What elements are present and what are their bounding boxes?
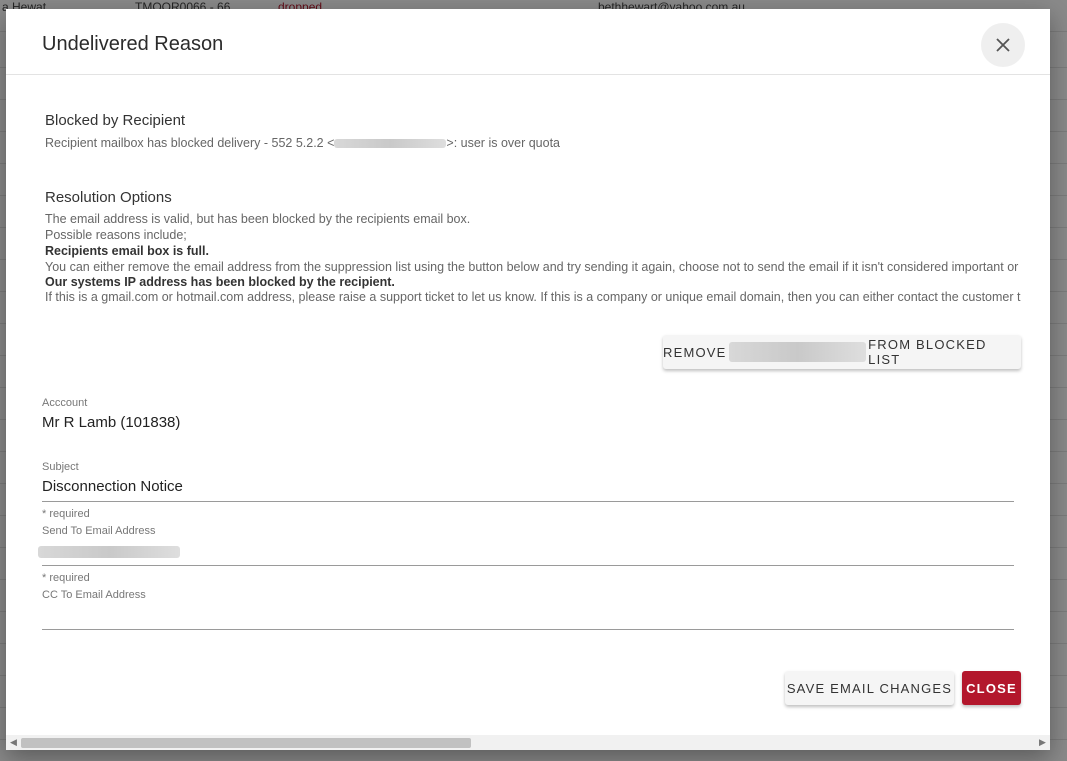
cc-to-label: CC To Email Address xyxy=(42,589,146,601)
send-to-email-input[interactable] xyxy=(38,546,180,558)
cc-to-underline xyxy=(42,629,1014,630)
resolution-line: You can either remove the email address … xyxy=(45,260,1019,274)
remove-button-prefix: REMOVE xyxy=(663,344,727,360)
dialog-header: Undelivered Reason xyxy=(6,9,1050,75)
resolution-line: If this is a gmail.com or hotmail.com ad… xyxy=(45,290,1021,304)
scroll-right-icon[interactable]: ▶ xyxy=(1039,737,1046,748)
resolution-line: Possible reasons include; xyxy=(45,228,187,242)
subject-label: Subject xyxy=(42,461,79,473)
send-to-required: * required xyxy=(42,572,90,584)
remove-button-suffix: FROM BLOCKED LIST xyxy=(868,337,987,367)
send-to-label: Send To Email Address xyxy=(42,525,156,537)
blocked-message-suffix: >: user is over quota xyxy=(446,136,561,150)
remove-from-blocked-list-button[interactable]: REMOVE FROM BLOCKED LIST xyxy=(663,335,1021,369)
resolution-reason: Recipients email box is full. xyxy=(45,244,209,258)
blocked-message: Recipient mailbox has blocked delivery -… xyxy=(45,136,560,150)
horizontal-scrollbar[interactable]: ◀ ▶ xyxy=(6,735,1050,750)
close-button[interactable]: CLOSE xyxy=(962,671,1021,705)
blocked-message-prefix: Recipient mailbox has blocked delivery -… xyxy=(45,136,335,150)
scrollbar-thumb[interactable] xyxy=(21,738,471,748)
scroll-left-icon[interactable]: ◀ xyxy=(10,737,17,748)
cc-to-email-input[interactable] xyxy=(42,607,1014,629)
subject-input[interactable]: Disconnection Notice xyxy=(42,478,183,495)
account-label: Acccount xyxy=(42,397,88,409)
account-value: Mr R Lamb (101838) xyxy=(42,414,181,431)
resolution-heading: Resolution Options xyxy=(45,189,172,206)
resolution-line: The email address is valid, but has been… xyxy=(45,212,471,226)
undelivered-reason-dialog: Undelivered Reason Blocked by Recipient … xyxy=(6,9,1050,750)
redacted-email xyxy=(728,342,867,362)
blocked-heading: Blocked by Recipient xyxy=(45,112,186,129)
close-dialog-button[interactable] xyxy=(981,23,1025,67)
dialog-title: Undelivered Reason xyxy=(42,33,224,55)
send-to-underline xyxy=(42,565,1014,566)
resolution-reason: Our systems IP address has been blocked … xyxy=(45,275,395,289)
save-email-changes-button[interactable]: SAVE EMAIL CHANGES xyxy=(785,671,954,705)
subject-underline xyxy=(42,501,1014,502)
close-icon xyxy=(996,38,1010,52)
subject-required: * required xyxy=(42,508,90,520)
redacted-email xyxy=(334,139,447,149)
